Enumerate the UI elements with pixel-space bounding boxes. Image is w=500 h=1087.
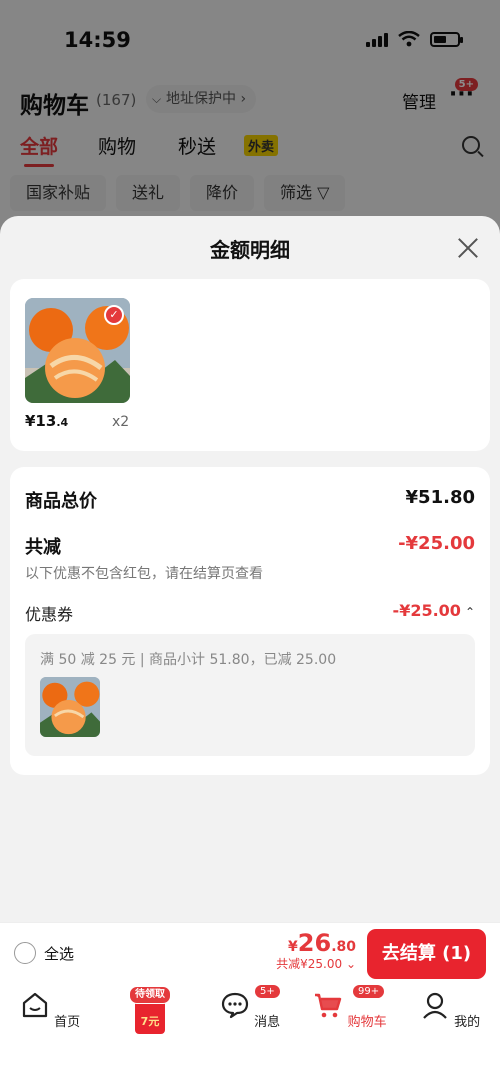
cart-icon [315, 993, 342, 1018]
nav-home-label: 首页 [54, 1015, 81, 1030]
user-icon [423, 992, 447, 1019]
product-price: ¥13.4 [25, 412, 69, 430]
nav-redpack[interactable]: 待领取 7元 [110, 986, 190, 1034]
close-icon[interactable] [456, 236, 480, 260]
nav-cart[interactable]: 99+ 购物车 [310, 984, 390, 1030]
coupon-description: 满 50 减 25 元 | 商品小计 51.80，已减 25.00 [40, 652, 337, 668]
orange-image [40, 677, 100, 737]
reduce-value: -¥25.00 [398, 533, 475, 554]
coupon-product-image [40, 677, 100, 737]
bottom-nav: 首页 待领取 7元 5+ 消息 99+ 购物车 我的 [0, 982, 500, 1087]
red-packet-icon: 待领取 7元 [129, 986, 171, 1034]
checkout-button[interactable]: 去结算 (1) [367, 929, 486, 979]
checkout-bar: 全选 ¥26.80 共减¥25.00 ⌄ 去结算 (1) [0, 922, 500, 982]
product-image[interactable]: ✓ [25, 298, 130, 403]
coupon-row[interactable]: 优惠券 -¥25.00 ⌃ [25, 601, 475, 625]
reduce-row: 共减 -¥25.00 [25, 533, 475, 559]
checkout-saved: 共减¥25.00 ⌄ [276, 957, 356, 971]
product-card: ✓ ¥13.4 x2 [10, 279, 490, 451]
select-all-radio[interactable] [14, 942, 36, 964]
amount-detail-sheet: 金额明细 ✓ ¥13.4 x2 商品总价 ¥51.80 共减 -¥25.00 以… [0, 216, 500, 922]
nav-messages-label: 消息 [254, 1015, 281, 1030]
coupon-label: 优惠券 [25, 605, 74, 624]
sheet-title: 金额明细 [210, 238, 290, 262]
messages-badge: 5+ [254, 984, 281, 999]
select-all-toggle[interactable]: 全选 [14, 942, 74, 964]
home-icon [22, 992, 48, 1018]
price-detail-card: 商品总价 ¥51.80 共减 -¥25.00 以下优惠不包含红包，请在结算页查看… [10, 467, 490, 775]
cart-badge: 99+ [352, 984, 386, 999]
selected-check-icon: ✓ [104, 305, 124, 325]
select-all-label: 全选 [44, 944, 75, 963]
sheet-header: 金额明细 [0, 216, 500, 280]
checkout-sum[interactable]: ¥26.80 共减¥25.00 ⌄ [276, 929, 356, 972]
nav-home[interactable]: 首页 [10, 990, 90, 1030]
nav-messages[interactable]: 5+ 消息 [210, 984, 290, 1030]
coupon-detail-box: 满 50 减 25 元 | 商品小计 51.80，已减 25.00 [25, 634, 475, 756]
reduce-note: 以下优惠不包含红包，请在结算页查看 [25, 566, 263, 582]
chevron-up-icon: ⌃ [464, 605, 475, 619]
redpack-value: 7元 [140, 1015, 160, 1028]
nav-mine-label: 我的 [454, 1015, 481, 1030]
nav-mine[interactable]: 我的 [410, 990, 490, 1030]
message-icon [221, 992, 249, 1019]
checkout-amount: ¥26.80 [288, 929, 356, 957]
coupon-value: -¥25.00 ⌃ [392, 601, 475, 620]
total-label: 商品总价 [25, 491, 97, 512]
redpack-tag: 待领取 [129, 986, 171, 1004]
total-value: ¥51.80 [405, 487, 475, 508]
product-quantity: x2 [112, 414, 130, 430]
reduce-label: 共减 [25, 537, 61, 558]
nav-cart-label: 购物车 [347, 1015, 387, 1030]
total-row: 商品总价 ¥51.80 [25, 487, 475, 513]
